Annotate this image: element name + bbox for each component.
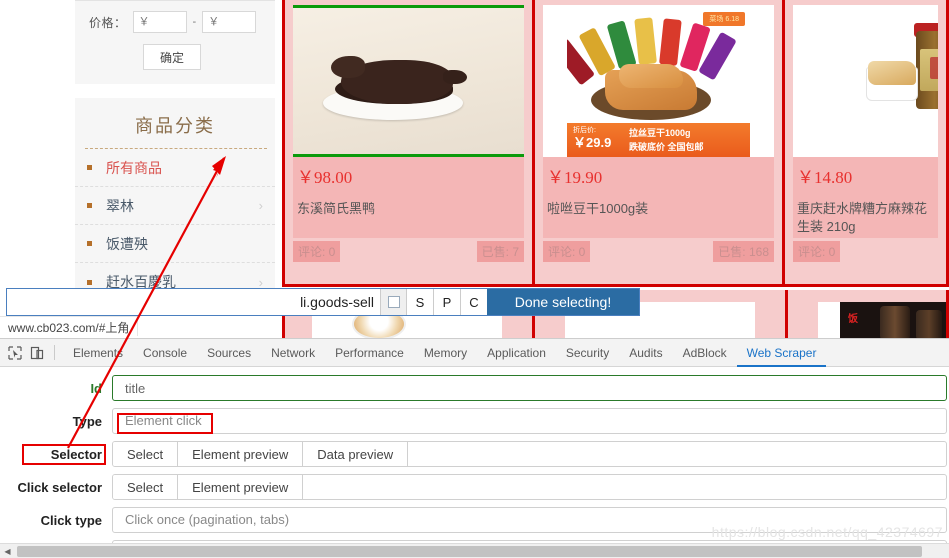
selector-button-p[interactable]: P — [433, 289, 460, 315]
comment-count: 评论: 0 — [793, 241, 841, 262]
tab-security[interactable]: Security — [556, 339, 619, 367]
selected-product-list-region[interactable]: ￥98.00 东溪简氏黑鸭 评论: 0 已售: 7 菜场 6.18 折后价: ￥… — [282, 0, 949, 287]
product-price: ￥98.00 — [293, 157, 524, 194]
tab-network[interactable]: Network — [261, 339, 325, 367]
chevron-right-icon: › — [258, 198, 263, 213]
product-price: ￥14.80 — [793, 157, 938, 194]
click-selector-element-preview-button[interactable]: Element preview — [178, 475, 304, 499]
comment-count: 评论: 0 — [543, 241, 591, 262]
category-panel-title: 商品分类 — [135, 116, 215, 136]
selector-button-c[interactable]: C — [460, 289, 487, 315]
price-range-separator: - — [192, 16, 197, 28]
selector-button-s[interactable]: S — [406, 289, 433, 315]
page-sidebar: 价格： - 确定 商品分类 所有商品 翠林 › — [75, 0, 275, 307]
done-selecting-button[interactable]: Done selecting! — [487, 289, 639, 315]
product-title: 东溪简氏黑鸭 — [293, 194, 524, 238]
scroll-left-arrow-icon[interactable]: ◀ — [0, 544, 15, 558]
sold-count: 已售: 168 — [713, 241, 774, 262]
product-card[interactable]: ￥14.80 重庆赶水牌糟方麻辣花生装 210g 评论: 0 — [785, 0, 946, 284]
promo-badge: 菜场 6.18 — [703, 12, 745, 26]
product-stats: 评论: 0 已售: 168 — [543, 241, 774, 262]
sidebar-item-fanzaoyang[interactable]: 饭遭殃 — [75, 225, 275, 263]
price-filter-row: 价格： - — [75, 11, 275, 33]
product-image-tofu-promo: 菜场 6.18 折后价: ￥29.9 拉丝豆干1000g 跌破底价 全国包邮 — [543, 5, 774, 157]
selector-data-preview-button[interactable]: Data preview — [303, 442, 409, 466]
tab-elements[interactable]: Elements — [63, 339, 133, 367]
selector-input-group: Select Element preview Data preview — [112, 441, 947, 467]
promo-price-caption: 折后价: — [573, 127, 596, 135]
type-select[interactable]: Element click — [112, 408, 947, 434]
jar-thumbnail: 饭 — [840, 302, 949, 340]
label-click-type: Click type — [40, 512, 102, 528]
scrollbar-thumb[interactable] — [17, 545, 922, 557]
product-stats: 评论: 0 — [793, 241, 938, 262]
product-card[interactable]: 菜场 6.18 折后价: ￥29.9 拉丝豆干1000g 跌破底价 全国包邮 ￥… — [535, 0, 785, 284]
product-stats: 评论: 0 已售: 7 — [293, 241, 524, 262]
selector-select-button[interactable]: Select — [113, 442, 179, 466]
id-input[interactable] — [112, 375, 947, 401]
price-max-input[interactable] — [202, 11, 257, 33]
promo-price-value: ￥29.9 — [573, 135, 612, 151]
tab-sources[interactable]: Sources — [197, 339, 261, 367]
devtools-tab-bar: Elements Console Sources Network Perform… — [0, 339, 949, 367]
toolbar-divider — [54, 345, 55, 360]
price-min-input[interactable] — [132, 11, 187, 33]
label-selector: Selector — [50, 446, 102, 462]
label-click-selector: Click selector — [17, 479, 102, 495]
promo-subtitle: 跌破底价 全国包邮 — [629, 142, 704, 152]
tab-memory[interactable]: Memory — [414, 339, 477, 367]
screenshot-root: 价格： - 确定 商品分类 所有商品 翠林 › — [0, 0, 949, 558]
form-row-type: Type Element click — [0, 406, 949, 436]
click-selector-input-group: Select Element preview — [112, 474, 947, 500]
product-title: 重庆赶水牌糟方麻辣花生装 210g — [793, 194, 938, 238]
sidebar-item-all-products[interactable]: 所有商品 — [75, 149, 275, 187]
sold-count: 已售: 7 — [476, 241, 524, 262]
tab-web-scraper[interactable]: Web Scraper — [736, 339, 827, 367]
category-label: 翠林 — [106, 197, 134, 214]
selector-value-field[interactable] — [408, 442, 946, 466]
tab-audits[interactable]: Audits — [619, 339, 672, 367]
product-title: 啦咝豆干1000g装 — [543, 194, 774, 238]
form-row-id: Id — [0, 373, 949, 403]
category-panel: 商品分类 所有商品 翠林 › 饭遭殃 赶水百慶乳 › — [75, 98, 275, 307]
bullet-icon — [87, 241, 92, 246]
bullet-icon — [87, 279, 92, 285]
browser-status-url: www.cb023.com/#上角 — [0, 316, 139, 336]
price-filter-label: 价格： — [89, 15, 127, 30]
price-confirm-button[interactable]: 确定 — [143, 44, 201, 70]
device-toolbar-icon[interactable] — [26, 342, 48, 364]
tab-performance[interactable]: Performance — [325, 339, 414, 367]
horizontal-scrollbar[interactable]: ◀ — [0, 543, 949, 558]
label-id: Id — [90, 380, 102, 396]
click-selector-value-field[interactable] — [303, 475, 946, 499]
tab-application[interactable]: Application — [477, 339, 556, 367]
tab-console[interactable]: Console — [133, 339, 197, 367]
price-filter-panel: 价格： - 确定 — [75, 0, 275, 84]
inspect-element-icon[interactable] — [4, 342, 26, 364]
tab-adblock[interactable]: AdBlock — [673, 339, 737, 367]
label-type: Type — [72, 413, 102, 429]
promo-price-block: 折后价: ￥29.9 — [573, 127, 611, 151]
promo-product-name: 拉丝豆干1000g — [629, 128, 691, 138]
product-card[interactable]: ￥98.00 东溪简氏黑鸭 评论: 0 已售: 7 — [285, 0, 535, 284]
sidebar-item-cuilin[interactable]: 翠林 › — [75, 187, 275, 225]
product-price: ￥19.90 — [543, 157, 774, 194]
selector-multi-checkbox[interactable] — [380, 289, 406, 315]
bullet-icon — [87, 203, 92, 208]
category-label: 饭遭殃 — [106, 235, 148, 252]
web-scraper-selector-toolbar[interactable]: S P C Done selecting! — [6, 288, 640, 316]
form-row-selector: Selector Select Element preview Data pre… — [0, 439, 949, 469]
csdn-watermark: https://blog.csdn.net/qq_42374697 — [711, 524, 943, 540]
comment-count: 评论: 0 — [293, 241, 341, 262]
click-selector-select-button[interactable]: Select — [113, 475, 179, 499]
product-image-duck — [293, 5, 524, 157]
bullet-icon — [87, 165, 92, 170]
form-row-click-selector: Click selector Select Element preview — [0, 472, 949, 502]
product-image-chili-jar — [793, 5, 938, 157]
selector-element-preview-button[interactable]: Element preview — [178, 442, 304, 466]
category-label: 所有商品 — [106, 159, 162, 176]
selector-input[interactable] — [7, 289, 380, 315]
